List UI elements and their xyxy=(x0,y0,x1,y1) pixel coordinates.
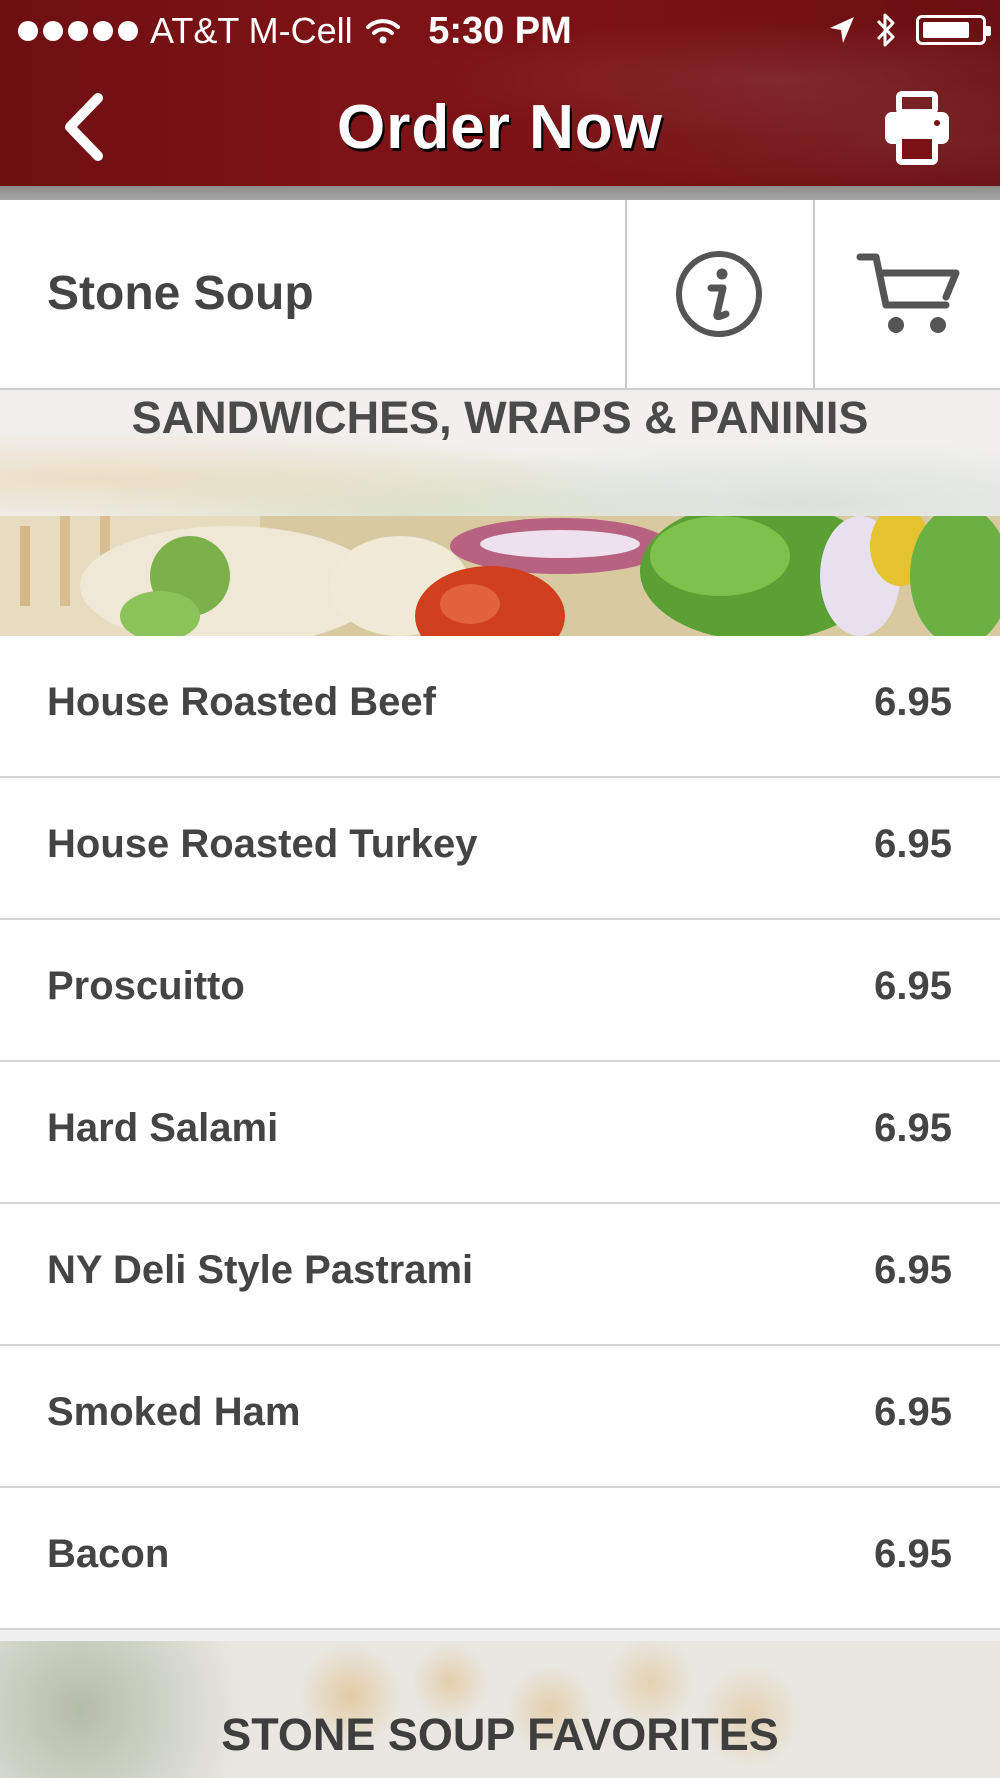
menu-item-price: 6.95 xyxy=(874,680,952,724)
banner-food-image xyxy=(0,516,1000,636)
category-title: SANDWICHES, WRAPS & PANINIS xyxy=(131,392,869,443)
battery-icon xyxy=(916,15,991,45)
status-icons xyxy=(828,12,991,48)
next-category-banner: STONE SOUP FAVORITES xyxy=(0,1641,1000,1778)
printer-icon xyxy=(885,91,949,165)
menu-item[interactable]: NY Deli Style Pastrami 6.95 xyxy=(0,1204,1000,1346)
bluetooth-icon xyxy=(876,13,895,47)
restaurant-name: Stone Soup xyxy=(47,267,314,320)
menu-item-price: 6.95 xyxy=(874,1390,952,1434)
menu-item-name: Smoked Ham xyxy=(47,1390,301,1434)
category-banner: SANDWICHES, WRAPS & PANINIS xyxy=(0,390,1000,636)
menu-item[interactable]: House Roasted Turkey 6.95 xyxy=(0,778,1000,920)
menu-item-price: 6.95 xyxy=(874,964,952,1008)
menu-item[interactable]: Bacon 6.95 xyxy=(0,1488,1000,1630)
menu-item-name: Hard Salami xyxy=(47,1106,279,1150)
menu-item-name: NY Deli Style Pastrami xyxy=(47,1248,474,1292)
location-arrow-icon xyxy=(830,17,854,43)
cart-button[interactable] xyxy=(815,200,1000,388)
category-title: STONE SOUP FAVORITES xyxy=(221,1709,779,1760)
info-button[interactable] xyxy=(625,200,813,388)
menu-item[interactable]: Proscuitto 6.95 xyxy=(0,920,1000,1062)
menu-list: House Roasted Beef 6.95 House Roasted Tu… xyxy=(0,636,1000,1630)
menu-item-price: 6.95 xyxy=(874,1106,952,1150)
menu-item[interactable]: Hard Salami 6.95 xyxy=(0,1062,1000,1204)
menu-item[interactable]: Smoked Ham 6.95 xyxy=(0,1346,1000,1488)
menu-item-price: 6.95 xyxy=(874,1248,952,1292)
info-icon xyxy=(676,251,762,337)
status-bar: AT&T M-Cell 5:30 PM xyxy=(0,0,1000,62)
restaurant-bar: Stone Soup xyxy=(0,200,1000,390)
menu-item-name: House Roasted Turkey xyxy=(47,822,478,866)
menu-item-name: Bacon xyxy=(47,1532,170,1576)
page-title: Order Now xyxy=(337,93,663,162)
menu-item-price: 6.95 xyxy=(874,822,952,866)
app-header: AT&T M-Cell 5:30 PM Order Now xyxy=(0,0,1000,200)
menu-item[interactable]: House Roasted Beef 6.95 xyxy=(0,636,1000,778)
menu-item-name: House Roasted Beef xyxy=(47,680,436,724)
print-button[interactable] xyxy=(882,90,952,166)
menu-item-name: Proscuitto xyxy=(47,964,245,1008)
cart-icon xyxy=(856,253,959,333)
menu-item-price: 6.95 xyxy=(874,1532,952,1576)
